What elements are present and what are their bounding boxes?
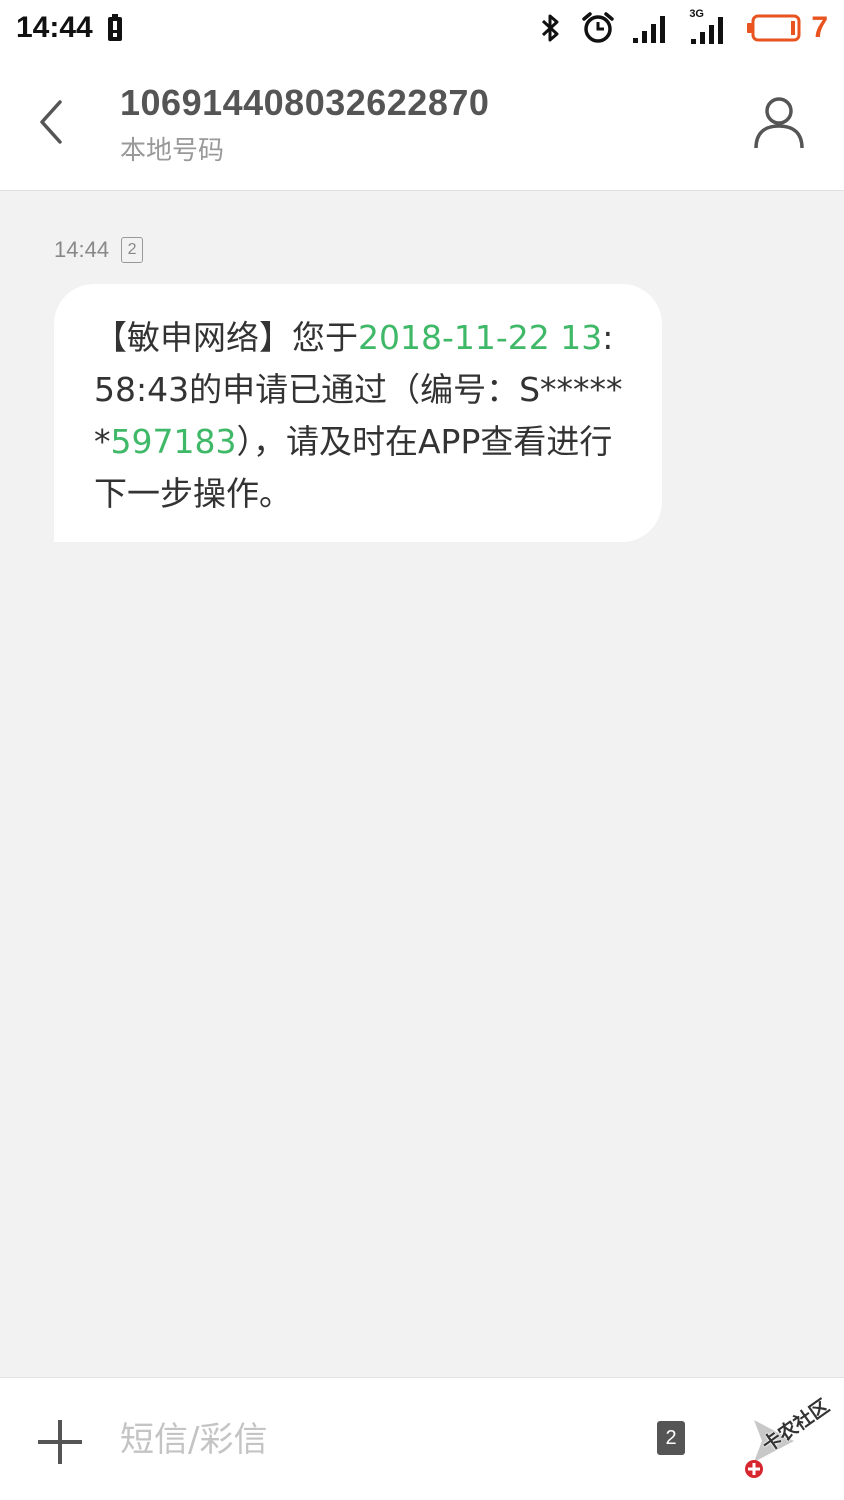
plus-icon	[38, 1420, 82, 1464]
signal-icon	[691, 17, 724, 44]
sim-select-button[interactable]: 2	[657, 1421, 685, 1455]
notification-icon	[107, 14, 122, 41]
contact-number: 106914408032622870	[120, 82, 490, 123]
status-left: 14:44	[16, 11, 123, 45]
status-bar: 14:44 3G 7	[0, 0, 844, 56]
contact-location: 本地号码	[120, 136, 225, 166]
alarm-icon	[582, 12, 615, 43]
person-icon	[754, 97, 804, 149]
battery-level: 7	[811, 11, 828, 44]
message-thread[interactable]: 14:44 2 【敏申网络】您于2018-11-22 13:58:43的申请已通…	[0, 192, 844, 1377]
composer: 2	[0, 1377, 844, 1500]
status-right: 3G 7	[539, 8, 828, 45]
message-input[interactable]	[120, 1414, 620, 1466]
status-time: 14:44	[16, 11, 93, 44]
back-button[interactable]	[30, 96, 78, 148]
number-link[interactable]: 597183	[111, 422, 237, 461]
signal-icon	[633, 16, 666, 43]
message-bubble[interactable]: 【敏申网络】您于2018-11-22 13:58:43的申请已通过（编号：S**…	[54, 284, 662, 542]
add-attachment-button[interactable]	[36, 1418, 84, 1466]
bluetooth-icon	[542, 14, 559, 42]
message-time: 14:44	[54, 237, 110, 262]
message-text-part: 【敏申网络】您于	[94, 318, 358, 357]
signal-3g: 3G	[689, 8, 729, 44]
message-meta: 14:44 2	[54, 237, 144, 263]
date-link[interactable]: 2018-11-22 13	[358, 318, 602, 357]
sim-badge: 2	[121, 237, 144, 263]
conversation-header: 106914408032622870 本地号码	[0, 56, 844, 191]
battery-icon	[747, 14, 801, 42]
contact-button[interactable]	[752, 94, 806, 152]
chevron-left-icon	[40, 100, 62, 144]
message-text: 【敏申网络】您于2018-11-22 13:58:43的申请已通过（编号：S**…	[94, 312, 632, 520]
watermark-logo: 卡农社区	[740, 1395, 840, 1485]
